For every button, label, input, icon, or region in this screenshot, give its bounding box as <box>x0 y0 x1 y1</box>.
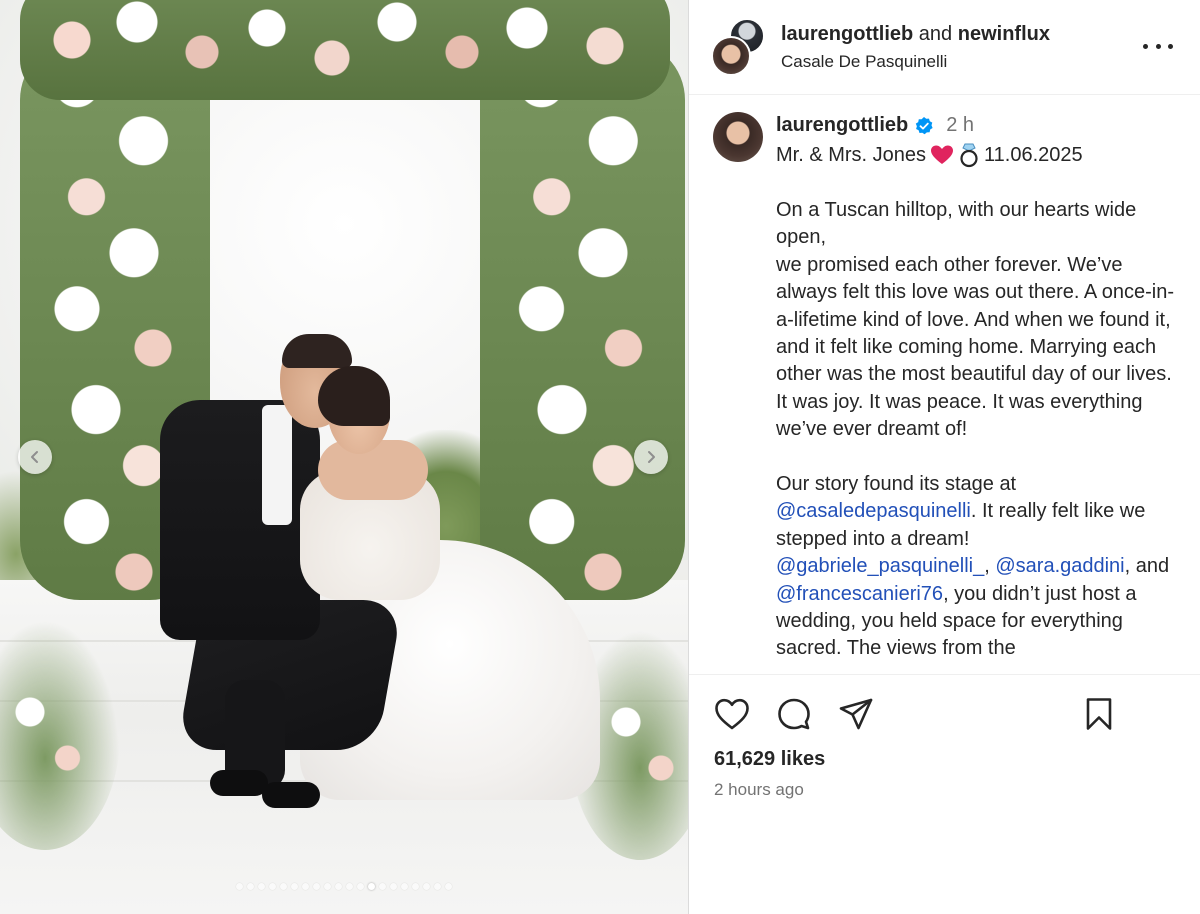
carousel-dot <box>423 883 430 890</box>
carousel-dot <box>412 883 419 890</box>
mention-link[interactable]: @casaledepasquinelli <box>776 500 971 522</box>
share-icon <box>839 698 873 730</box>
caption-title-text: Mr. & Mrs. Jones <box>776 143 927 166</box>
groom-shoe <box>262 782 320 808</box>
carousel-next-button[interactable] <box>634 440 668 474</box>
carousel-dot-active <box>368 883 375 890</box>
carousel-dot <box>302 883 309 890</box>
like-button[interactable] <box>713 695 751 733</box>
avatar-laurengottlieb[interactable] <box>711 36 751 76</box>
caption-date: 11.06.2025 <box>984 143 1083 166</box>
collab-avatars[interactable] <box>711 18 765 76</box>
post-actions-bar: 61,629 likes 2 hours ago <box>689 674 1200 914</box>
carousel-dot <box>258 883 265 890</box>
post-photo[interactable] <box>0 0 688 914</box>
carousel-dot <box>247 883 254 890</box>
caption-paragraph: Our story found its stage at @casaledepa… <box>776 471 1186 663</box>
floral-arch-top <box>20 0 670 100</box>
carousel-dot <box>357 883 364 890</box>
caption-username-link[interactable]: laurengottlieb <box>776 114 908 137</box>
caption-text: , <box>984 555 996 578</box>
groom-body <box>160 400 320 640</box>
carousel-prev-button[interactable] <box>18 440 52 474</box>
carousel-dot <box>390 883 397 890</box>
caption-timestamp[interactable]: 2 h <box>946 114 974 137</box>
more-icon-dot <box>1168 43 1173 49</box>
carousel-dot <box>379 883 386 890</box>
mention-link[interactable]: @gabriele_pasquinelli_ <box>776 555 984 577</box>
caption-line: we promised each other forever. We’ve al… <box>776 253 1174 441</box>
caption-text: and <box>1135 555 1170 578</box>
caption-paragraph: On a Tuscan hilltop, with our hearts wid… <box>776 197 1186 444</box>
location-link[interactable]: Casale De Pasquinelli <box>781 52 947 72</box>
chevron-left-icon <box>31 451 38 463</box>
carousel-dot <box>280 883 287 890</box>
carousel-dot <box>324 883 331 890</box>
carousel-dot <box>291 883 298 890</box>
likes-count[interactable]: 61,629 likes <box>714 748 825 771</box>
bride-hair <box>318 366 390 426</box>
carousel-dot <box>445 883 452 890</box>
caption-scroll-area[interactable]: laurengottlieb 2 h Mr. & Mrs. Jones 11.0… <box>689 96 1200 673</box>
header-and-text: and <box>918 23 953 45</box>
carousel-dot <box>434 883 441 890</box>
mention-link[interactable]: @francescanieri76 <box>776 583 943 605</box>
more-icon <box>1143 43 1148 49</box>
carousel-dot <box>269 883 276 890</box>
heart-icon <box>715 698 749 730</box>
caption-text: , <box>1124 555 1131 578</box>
chevron-right-icon <box>648 451 655 463</box>
carousel-dot <box>401 883 408 890</box>
post-header: laurengottlieb and newinflux Casale De P… <box>689 0 1200 95</box>
comment-icon <box>778 698 810 730</box>
share-button[interactable] <box>837 695 875 733</box>
groom-hair <box>282 334 352 368</box>
carousel-dots <box>0 883 688 890</box>
groom-shoe <box>210 770 268 796</box>
verified-icon <box>916 116 933 134</box>
caption-line: On a Tuscan hilltop, with our hearts wid… <box>776 199 1137 249</box>
post-sidebar: laurengottlieb and newinflux Casale De P… <box>688 0 1200 914</box>
caption-body: On a Tuscan hilltop, with our hearts wid… <box>776 197 1186 673</box>
ring-emoji-icon <box>960 143 978 168</box>
comment-button[interactable] <box>775 695 813 733</box>
carousel-dot <box>335 883 342 890</box>
post-timestamp[interactable]: 2 hours ago <box>714 780 804 800</box>
carousel-dot <box>236 883 243 890</box>
more-icon-dot <box>1155 43 1161 49</box>
header-usernames: laurengottlieb and newinflux <box>781 23 1050 46</box>
save-button[interactable] <box>1080 695 1118 733</box>
carousel-dot <box>346 883 353 890</box>
groom-shirt <box>262 405 292 525</box>
header-user1-link[interactable]: laurengottlieb <box>781 23 913 45</box>
mention-link[interactable]: @sara.gaddini <box>995 555 1124 577</box>
caption-author-line: laurengottlieb 2 h <box>776 114 974 137</box>
carousel-dot <box>313 883 320 890</box>
more-options-button[interactable] <box>1143 36 1173 56</box>
bookmark-icon <box>1086 698 1112 730</box>
header-user2-link[interactable]: newinflux <box>958 23 1050 45</box>
caption-text: Our story found its stage at <box>776 473 1017 496</box>
red-heart-emoji-icon <box>931 145 954 164</box>
floral-pillar-right <box>480 40 685 600</box>
caption-avatar[interactable] <box>713 112 763 162</box>
caption-first-line: Mr. & Mrs. Jones 11.06.2025 <box>776 142 1083 168</box>
